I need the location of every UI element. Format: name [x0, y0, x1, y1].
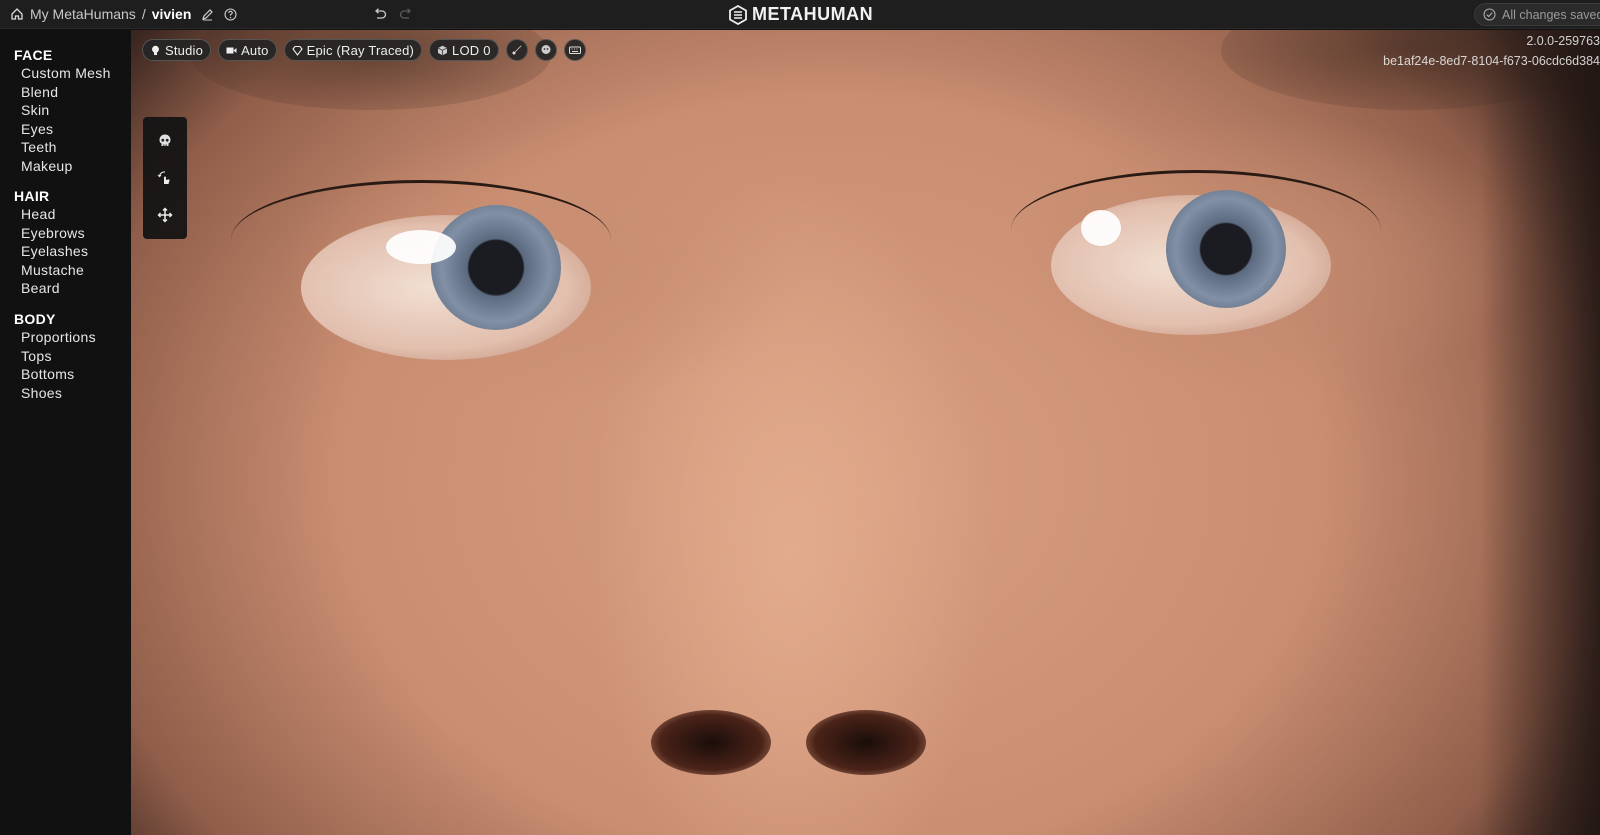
nostril-left [651, 710, 771, 775]
cube-icon [437, 45, 448, 55]
3d-viewport[interactable] [131, 30, 1600, 835]
quality-button[interactable]: Epic (Ray Traced) [283, 39, 423, 61]
skull-icon [159, 134, 171, 147]
home-icon[interactable] [10, 7, 24, 21]
sidebar-group-title: BODY [14, 311, 56, 327]
head-icon [541, 45, 551, 54]
iris-left [431, 205, 561, 330]
sidebar-item-head[interactable]: Head [14, 205, 88, 224]
camera-icon [226, 47, 237, 53]
check-circle-icon [1483, 8, 1496, 21]
redo-icon[interactable] [399, 7, 413, 21]
lighting-label: Studio [165, 42, 204, 58]
build-hash: be1af24e-8ed7-8104-f673-06cdc6d384 [1383, 54, 1600, 68]
sidebar-item-skin[interactable]: Skin [14, 101, 111, 120]
sidebar-item-proportions[interactable]: Proportions [14, 328, 96, 347]
help-icon[interactable] [224, 7, 237, 21]
sidebar-group-hair: HAIR Head Eyebrows Eyelashes Mustache Be… [14, 187, 88, 298]
lighting-button[interactable]: Studio [142, 39, 212, 61]
nostril-right [806, 710, 926, 775]
eye-highlight-right [1081, 210, 1121, 246]
viewport-shade [1480, 30, 1600, 835]
save-status-text: All changes saved [1502, 7, 1600, 22]
character-name: vivien [151, 6, 192, 22]
brush-icon [512, 45, 522, 55]
sidebar-group-body: BODY Proportions Tops Bottoms Shoes [14, 310, 96, 402]
undo-icon[interactable] [373, 7, 387, 21]
sidebar-item-eyebrows[interactable]: Eyebrows [14, 224, 88, 243]
version-info: 2.0.0-259763 be1af24e-8ed7-8104-f673-06c… [1383, 31, 1600, 71]
move-icon [157, 207, 173, 223]
sidebar-item-eyelashes[interactable]: Eyelashes [14, 242, 88, 261]
sidebar-item-bottoms[interactable]: Bottoms [14, 365, 96, 384]
lightbulb-icon [152, 45, 159, 55]
top-bar: My MetaHumans / vivien METAHUMAN All cha… [0, 0, 1600, 29]
sidebar-item-mustache[interactable]: Mustache [14, 261, 88, 280]
lod-label: LOD 0 [452, 42, 491, 58]
camera-button[interactable]: Auto [218, 39, 277, 61]
sidebar-item-blend[interactable]: Blend [14, 83, 111, 102]
build-version: 2.0.0-259763 [1526, 34, 1600, 48]
sidebar: FACE Custom Mesh Blend Skin Eyes Teeth M… [0, 30, 131, 835]
lod-button[interactable]: LOD 0 [429, 39, 499, 61]
sidebar-item-custom-mesh[interactable]: Custom Mesh [14, 64, 111, 83]
camera-label: Auto [241, 42, 269, 58]
sidebar-item-tops[interactable]: Tops [14, 347, 96, 366]
metahuman-logo: METAHUMAN [728, 4, 873, 25]
logo-text: METAHUMAN [752, 4, 874, 24]
sidebar-item-makeup[interactable]: Makeup [14, 157, 111, 176]
breadcrumb-root[interactable]: My MetaHumans [30, 6, 136, 22]
eye-highlight-left [386, 230, 456, 264]
skull-tool[interactable] [154, 130, 176, 152]
head-view-button[interactable] [534, 39, 557, 61]
sidebar-item-beard[interactable]: Beard [14, 279, 88, 298]
brush-button[interactable] [505, 39, 528, 61]
sidebar-group-title: HAIR [14, 188, 50, 204]
sidebar-group-face: FACE Custom Mesh Blend Skin Eyes Teeth M… [14, 46, 111, 175]
save-status-badge: All changes saved [1474, 3, 1600, 26]
rotate-tool[interactable] [154, 167, 176, 189]
move-tool[interactable] [154, 204, 176, 226]
breadcrumb: My MetaHumans / vivien [10, 6, 237, 22]
pencil-icon[interactable] [201, 8, 214, 21]
keyboard-icon [568, 46, 581, 54]
rotate-hand-icon [157, 171, 170, 184]
breadcrumb-separator: / [141, 6, 146, 22]
viewport-toolbar: Studio Auto Epic (Ray Traced) LOD 0 [142, 39, 586, 61]
metahuman-logo-icon [729, 4, 747, 25]
sidebar-item-eyes[interactable]: Eyes [14, 120, 111, 139]
sidebar-item-shoes[interactable]: Shoes [14, 384, 96, 403]
iris-right [1166, 190, 1286, 308]
diamond-icon [291, 45, 303, 56]
quality-label: Epic (Ray Traced) [306, 42, 415, 58]
view-tool-panel [143, 117, 187, 239]
sidebar-item-teeth[interactable]: Teeth [14, 138, 111, 157]
sidebar-group-title: FACE [14, 47, 53, 63]
keyboard-button[interactable] [563, 39, 586, 61]
